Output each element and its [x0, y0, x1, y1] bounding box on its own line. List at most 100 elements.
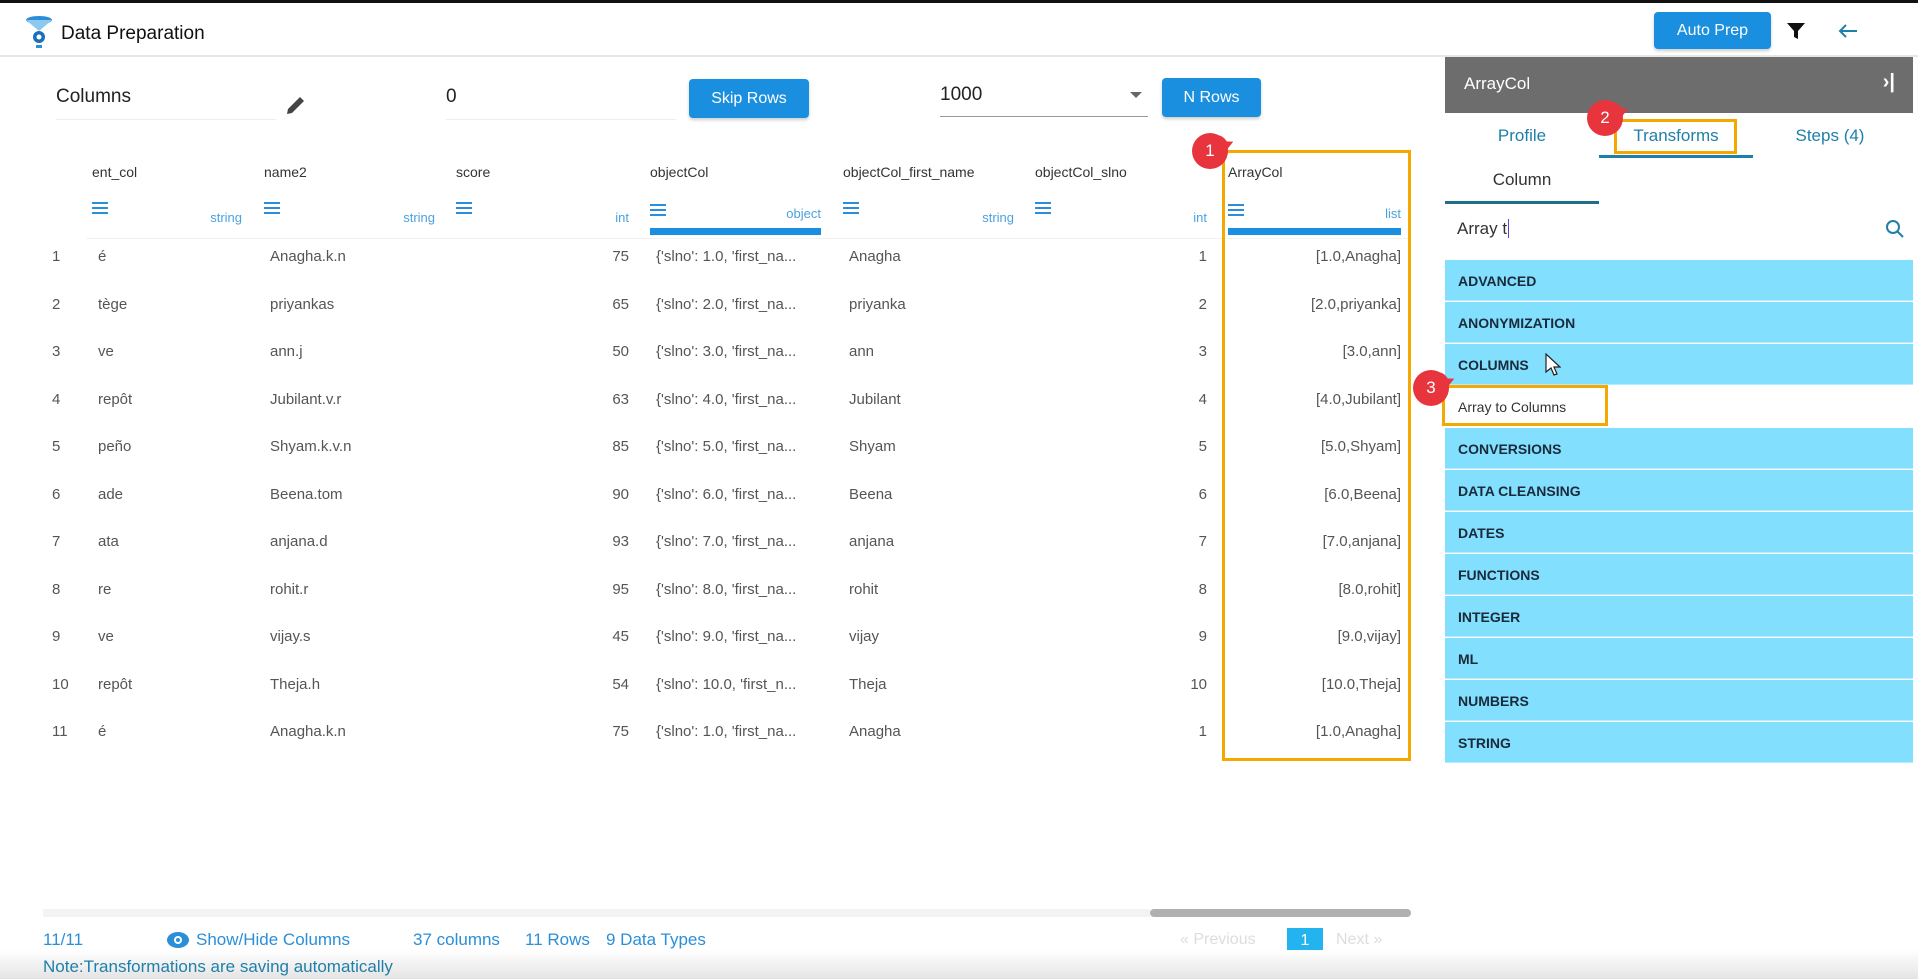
search-icon[interactable] — [1885, 219, 1905, 239]
annotation-badge-2: 2 — [1587, 100, 1623, 136]
category-string[interactable]: STRING — [1445, 722, 1913, 763]
table-row[interactable]: 8 re rohit.r 95 {'slno': 8.0, 'first_na... ro… — [0, 581, 1411, 611]
collapse-panel-icon[interactable]: ›| — [1883, 71, 1895, 94]
table-row[interactable]: 2 tège priyankas 65 {'slno': 2.0, 'first_na.… — [0, 296, 1411, 326]
cell-objectCol_first_name: ann — [849, 343, 875, 360]
row-number: 2 — [52, 295, 61, 313]
column-count: 37 columns — [413, 930, 500, 949]
category-anonymization[interactable]: ANONYMIZATION — [1445, 302, 1913, 343]
cell-ent_col: repôt — [98, 675, 133, 693]
category-data-cleansing[interactable]: DATA CLEANSING — [1445, 470, 1913, 511]
subtab-column[interactable]: Column — [1445, 170, 1599, 204]
column-menu-icon[interactable] — [264, 202, 280, 214]
cell-ent_col: é — [98, 723, 107, 740]
previous-page-button[interactable]: « Previous — [1180, 931, 1256, 949]
back-arrow-icon[interactable] — [1838, 23, 1858, 39]
cell-ent_col: repôt — [98, 390, 133, 408]
cell-name2: rohit.r — [270, 580, 309, 598]
cell-objectCol: {'slno': 3.0, 'first_na... — [656, 343, 797, 360]
table-row[interactable]: 6 ade Beena.tom 90 {'slno': 6.0, 'first_na..… — [0, 486, 1411, 516]
skip-rows-button[interactable]: Skip Rows — [689, 79, 809, 118]
column-type: object — [786, 206, 821, 221]
table-row[interactable]: 10 repôt Theja.h 54 {'slno': 10.0, 'first_n.… — [0, 676, 1411, 706]
cell-objectCol_slno: 1 — [1198, 723, 1207, 740]
column-header-objectCol_slno[interactable]: objectCol_slno int — [1035, 164, 1207, 240]
category-functions[interactable]: FUNCTIONS — [1445, 554, 1913, 595]
transform-search-input[interactable]: Array t​ — [1457, 219, 1877, 239]
column-menu-icon[interactable] — [1035, 202, 1051, 214]
cell-name2: ann.j — [270, 343, 303, 360]
cell-score: 45 — [612, 628, 629, 645]
arraycol-highlight-box — [1222, 150, 1411, 761]
eye-icon[interactable] — [166, 931, 190, 949]
cell-score: 75 — [612, 723, 629, 740]
column-type: int — [615, 210, 629, 225]
category-numbers[interactable]: NUMBERS — [1445, 680, 1913, 721]
category-conversions[interactable]: CONVERSIONS — [1445, 428, 1913, 469]
columns-field[interactable]: Columns — [56, 82, 276, 120]
cell-score: 75 — [612, 248, 629, 265]
column-header-ent_col[interactable]: ent_col string — [92, 164, 242, 240]
tab-profile[interactable]: Profile — [1445, 126, 1599, 146]
cell-objectCol_first_name: Jubilant — [849, 390, 901, 408]
category-integer[interactable]: INTEGER — [1445, 596, 1913, 637]
cell-ent_col: tège — [98, 295, 128, 313]
table-row[interactable]: 1 é Anagha.k.n 75 {'slno': 1.0, 'first_na...… — [0, 248, 1411, 278]
column-header-name2[interactable]: name2 string — [264, 164, 435, 240]
category-advanced[interactable]: ADVANCED — [1445, 260, 1913, 301]
column-header-objectCol[interactable]: objectCol object — [650, 164, 821, 240]
skip-rows-input[interactable]: 0 — [446, 82, 676, 120]
category-ml[interactable]: ML — [1445, 638, 1913, 679]
column-header-objectCol_first_name[interactable]: objectCol_first_name string — [843, 164, 1014, 240]
table-row[interactable]: 3 ve ann.j 50 {'slno': 3.0, 'first_na... ann 3… — [0, 343, 1411, 373]
filter-icon[interactable] — [1786, 21, 1806, 41]
panel-header: ArrayCol ›| — [1445, 57, 1913, 113]
cell-objectCol_slno: 9 — [1198, 628, 1207, 645]
cell-name2: Anagha.k.n — [270, 723, 346, 740]
text-cursor: ​ — [1508, 219, 1510, 238]
cell-objectCol_first_name: Anagha — [849, 248, 901, 265]
cell-score: 50 — [612, 343, 629, 360]
table-row[interactable]: 7 ata anjana.d 93 {'slno': 7.0, 'first_na...… — [0, 533, 1411, 563]
cell-objectCol_first_name: rohit — [849, 580, 879, 598]
column-menu-icon[interactable] — [843, 202, 859, 214]
column-menu-icon[interactable] — [456, 202, 472, 214]
table-row[interactable]: 4 repôt Jubilant.v.r 63 {'slno': 4.0, 'first… — [0, 391, 1411, 421]
row-number: 5 — [52, 438, 61, 455]
table-row[interactable]: 11 é Anagha.k.n 75 {'slno': 1.0, 'first_na..… — [0, 723, 1411, 753]
column-menu-icon[interactable] — [92, 202, 108, 214]
cell-name2: Jubilant.v.r — [270, 390, 342, 408]
cell-name2: Anagha.k.n — [270, 248, 346, 265]
horizontal-scrollbar-track[interactable] — [43, 909, 1150, 917]
cell-objectCol_slno: 7 — [1198, 533, 1207, 550]
column-header-score[interactable]: score int — [456, 164, 629, 240]
cell-objectCol_slno: 3 — [1198, 343, 1207, 360]
cell-objectCol_first_name: Theja — [849, 675, 887, 693]
cell-name2: Theja.h — [270, 675, 321, 693]
column-name: objectCol_slno — [1035, 164, 1127, 180]
table-row[interactable]: 9 ve vijay.s 45 {'slno': 9.0, 'first_na... vi… — [0, 628, 1411, 658]
header-divider — [86, 238, 1411, 239]
cell-ent_col: ade — [98, 485, 124, 503]
cell-objectCol: {'slno': 9.0, 'first_na... — [656, 628, 797, 645]
cell-score: 95 — [612, 580, 629, 598]
category-dates[interactable]: DATES — [1445, 512, 1913, 553]
cell-name2: Shyam.k.v.n — [270, 438, 352, 455]
tab-steps[interactable]: Steps (4) — [1753, 126, 1907, 146]
show-hide-columns-link[interactable]: Show/Hide Columns — [196, 930, 350, 950]
edit-pencil-icon[interactable] — [284, 93, 308, 117]
column-menu-icon[interactable] — [650, 204, 666, 216]
transforms-highlight-box — [1614, 119, 1737, 154]
horizontal-scrollbar-thumb[interactable] — [1150, 909, 1411, 917]
cell-name2: priyankas — [270, 295, 335, 313]
cell-objectCol_first_name: priyanka — [849, 295, 906, 313]
data-types-count: 9 Data Types — [606, 930, 706, 949]
n-rows-button[interactable]: N Rows — [1162, 78, 1261, 117]
next-page-button[interactable]: Next » — [1336, 931, 1382, 949]
category-columns[interactable]: COLUMNS — [1445, 344, 1913, 385]
auto-prep-button[interactable]: Auto Prep — [1654, 12, 1771, 49]
nrows-select[interactable]: 1000 — [940, 80, 1148, 117]
cell-objectCol_slno: 4 — [1198, 390, 1207, 408]
table-row[interactable]: 5 peño Shyam.k.v.n 85 {'slno': 5.0, 'first_n… — [0, 438, 1411, 468]
cell-objectCol_first_name: vijay — [849, 628, 880, 645]
